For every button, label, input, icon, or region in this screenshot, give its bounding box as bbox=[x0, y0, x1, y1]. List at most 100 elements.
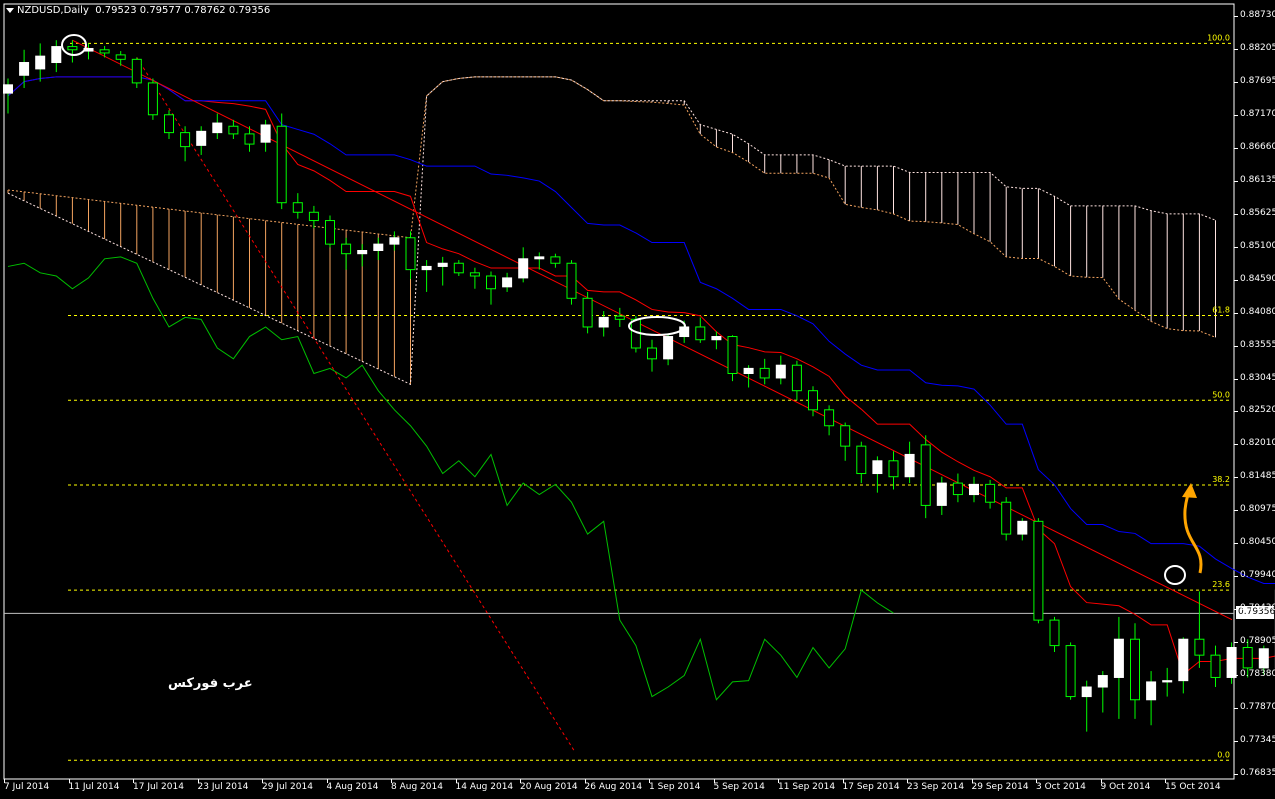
time-tick-label: 5 Sep 2014 bbox=[713, 782, 765, 792]
candles bbox=[3, 40, 1275, 732]
price-tick-label: 0.87170 bbox=[1240, 108, 1275, 119]
candle-body bbox=[421, 265, 432, 271]
time-tick-label: 23 Sep 2014 bbox=[907, 782, 965, 792]
candle-body bbox=[743, 367, 754, 374]
trendline-resistance bbox=[72, 39, 1233, 621]
price-tick-label: 0.87695 bbox=[1240, 75, 1275, 86]
price-tick-mark bbox=[1234, 279, 1238, 281]
time-tick-mark bbox=[4, 779, 5, 783]
chart-window[interactable]: 100.0 61.8 50.0 38.2 23.6 0.0 NZDUSD,Daily 0.… bbox=[0, 0, 1275, 799]
candle-body bbox=[566, 262, 577, 299]
candle-body bbox=[212, 122, 223, 134]
candle-body bbox=[180, 132, 191, 148]
candle-body bbox=[1033, 520, 1044, 621]
time-tick-mark bbox=[649, 779, 650, 783]
time-tick-label: 17 Jul 2014 bbox=[133, 782, 184, 792]
kijun-sen-line bbox=[7, 76, 1275, 584]
time-tick-mark bbox=[1036, 779, 1037, 783]
candle-body bbox=[856, 445, 867, 475]
time-tick-label: 8 Aug 2014 bbox=[391, 782, 443, 792]
price-tick-mark bbox=[1234, 609, 1238, 611]
price-tick-label: 0.77345 bbox=[1240, 735, 1275, 746]
candle-body bbox=[969, 483, 979, 496]
candle-body bbox=[19, 62, 30, 76]
time-tick-mark bbox=[326, 779, 328, 783]
candle-body bbox=[904, 453, 915, 478]
price-tick-mark bbox=[1234, 378, 1238, 380]
candle-body bbox=[292, 202, 303, 213]
candle-body bbox=[985, 483, 996, 503]
price-tick-label: 0.79430 bbox=[1240, 603, 1275, 614]
price-tick-mark bbox=[1234, 114, 1238, 116]
candle-body bbox=[550, 256, 561, 264]
price-tick-label: 0.83555 bbox=[1240, 339, 1275, 350]
time-tick-mark bbox=[1100, 779, 1102, 783]
time-tick-mark bbox=[455, 779, 457, 783]
time-tick-label: 14 Aug 2014 bbox=[455, 782, 514, 792]
arrow-up-icon bbox=[1183, 489, 1203, 574]
fib-level-label: 38.2 bbox=[1212, 475, 1230, 484]
candle-body bbox=[647, 347, 657, 360]
price-tick-label: 0.85625 bbox=[1240, 207, 1275, 218]
time-tick-mark bbox=[842, 779, 844, 783]
fib-level-label: 0.0 bbox=[1217, 750, 1230, 759]
candle-body bbox=[872, 460, 883, 475]
candle-body bbox=[99, 49, 110, 54]
candle-body bbox=[260, 124, 271, 143]
candle-body bbox=[1194, 638, 1205, 656]
candle-body bbox=[453, 262, 464, 274]
price-axis[interactable] bbox=[1236, 0, 1275, 799]
time-tick-label: 23 Jul 2014 bbox=[197, 782, 249, 792]
price-tick-mark bbox=[1234, 675, 1238, 677]
price-tick-label: 0.80450 bbox=[1240, 537, 1275, 548]
time-tick-mark bbox=[197, 779, 199, 783]
price-tick-mark bbox=[1234, 642, 1238, 644]
price-tick-label: 0.81485 bbox=[1240, 471, 1275, 482]
price-tick-mark bbox=[1234, 444, 1238, 446]
price-tick-label: 0.82520 bbox=[1240, 405, 1275, 416]
fib-level-label: 50.0 bbox=[1212, 390, 1230, 399]
candle-body bbox=[196, 130, 207, 146]
dropdown-triangle-icon[interactable] bbox=[6, 7, 14, 13]
price-tick-mark bbox=[1234, 576, 1238, 578]
candle-body bbox=[759, 367, 770, 379]
candle-body bbox=[357, 250, 368, 255]
price-tick-mark bbox=[1234, 16, 1238, 17]
candle-body bbox=[711, 336, 722, 341]
ohlc-values: 0.79523 0.79577 0.78762 0.79356 bbox=[95, 5, 271, 16]
price-tick-mark bbox=[1234, 411, 1238, 413]
candle-body bbox=[437, 262, 448, 267]
candle-body bbox=[276, 125, 287, 204]
candle-body bbox=[115, 54, 126, 60]
candle-body bbox=[936, 482, 947, 506]
price-tick-label: 0.83045 bbox=[1240, 372, 1275, 383]
time-tick-label: 7 Jul 2014 bbox=[4, 782, 50, 792]
time-tick-label: 4 Aug 2014 bbox=[326, 782, 379, 792]
candle-body bbox=[824, 409, 835, 427]
price-tick-mark bbox=[1234, 477, 1238, 479]
candle-body bbox=[389, 237, 400, 245]
candle-body bbox=[67, 46, 78, 51]
candle-body bbox=[775, 364, 786, 379]
price-tick-label: 0.84590 bbox=[1240, 273, 1275, 284]
candle-body bbox=[325, 220, 335, 245]
candle-body bbox=[164, 114, 174, 134]
price-tick-mark bbox=[1234, 774, 1238, 775]
candle-body bbox=[1178, 638, 1189, 682]
fib-level-label: 100.0 bbox=[1207, 33, 1230, 42]
candle-body bbox=[228, 125, 239, 135]
senkou-span-a-line bbox=[7, 76, 1216, 338]
candle-body bbox=[373, 243, 384, 252]
candle-body bbox=[695, 326, 706, 341]
time-tick-label: 15 Oct 2014 bbox=[1165, 782, 1221, 792]
price-tick-label: 0.78905 bbox=[1240, 636, 1275, 647]
candle-body bbox=[1113, 638, 1124, 678]
price-tick-label: 0.86660 bbox=[1240, 141, 1275, 152]
fibonacci-levels: 100.0 61.8 50.0 38.2 23.6 0.0 bbox=[68, 33, 1232, 761]
candle-body bbox=[808, 390, 818, 411]
price-tick-label: 0.76835 bbox=[1240, 768, 1275, 778]
candle-body bbox=[920, 444, 931, 506]
candle-body bbox=[582, 297, 593, 328]
time-tick-mark bbox=[520, 779, 521, 783]
price-tick-mark bbox=[1234, 48, 1238, 50]
